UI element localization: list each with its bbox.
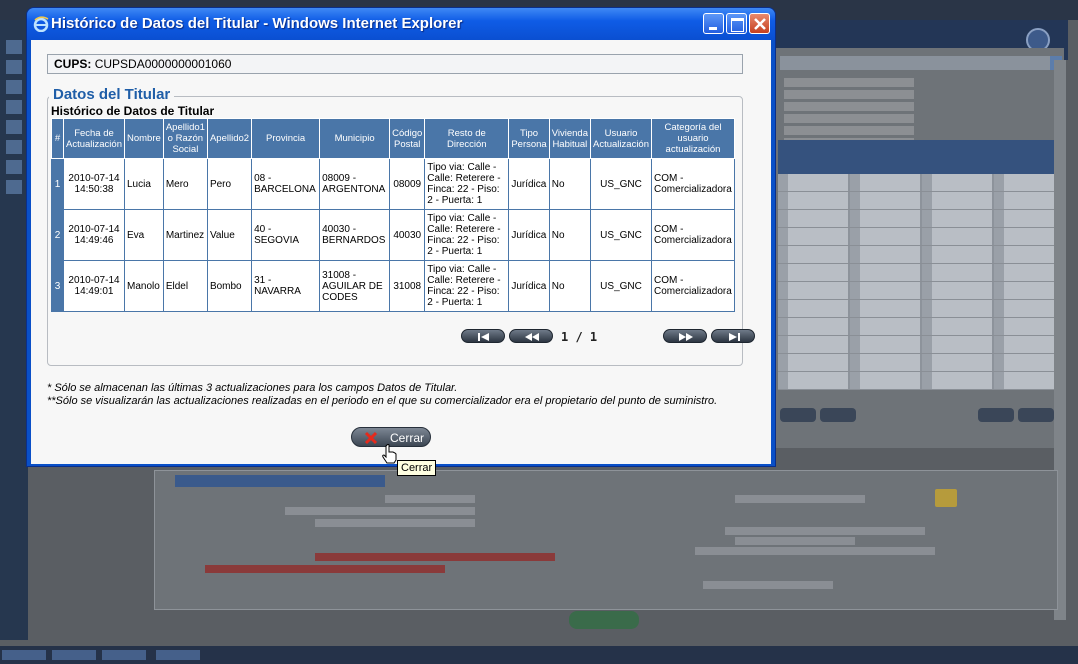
cell-usuario: US_GNC: [590, 209, 653, 261]
cell-apellido2: Bombo: [206, 260, 253, 312]
cups-label: CUPS:: [54, 57, 92, 71]
cerrar-label: Cerrar: [390, 431, 425, 445]
internet-explorer-icon: [33, 16, 49, 32]
last-page-button[interactable]: [711, 329, 755, 343]
cerrar-tooltip: Cerrar: [397, 460, 437, 476]
history-table: # Fecha de Actualización Nombre Apellido…: [51, 118, 735, 312]
cell-fecha: 2010-07-14 14:49:01: [63, 260, 125, 312]
table-row[interactable]: 2 2010-07-14 14:49:46 Eva Martinez Value…: [51, 209, 735, 261]
column-header: Código Postal: [389, 118, 426, 159]
cell-direccion: Tipo via: Calle - Calle: Reterere - Finc…: [424, 209, 510, 261]
background-folder-icon: [935, 489, 957, 507]
cell-apellido2: Pero: [206, 158, 253, 210]
cell-apellido1: Mero: [162, 158, 208, 210]
row-number: 1: [51, 158, 64, 210]
next-page-button[interactable]: [663, 329, 707, 343]
cell-direccion: Tipo via: Calle - Calle: Reterere - Finc…: [424, 260, 510, 312]
cups-value: CUPSDA0000000001060: [94, 57, 232, 71]
cell-provincia: 31 - NAVARRA: [251, 260, 321, 312]
cell-fecha: 2010-07-14 14:49:46: [63, 209, 125, 261]
first-page-button[interactable]: [461, 329, 505, 343]
table-caption: Histórico de Datos de Titular: [51, 104, 215, 118]
cell-codigo-postal: 40030: [389, 209, 426, 261]
maximize-button[interactable]: [726, 13, 747, 34]
row-number: 2: [51, 209, 64, 261]
page-indicator: 1 / 1: [561, 330, 598, 344]
window-title-bar[interactable]: Histórico de Datos del Titular - Windows…: [27, 8, 775, 40]
cell-provincia: 40 - SEGOVIA: [251, 209, 321, 261]
table-row[interactable]: 3 2010-07-14 14:49:01 Manolo Eldel Bombo…: [51, 260, 735, 312]
cell-vivienda: No: [548, 260, 592, 312]
cell-vivienda: No: [548, 209, 592, 261]
cell-vivienda: No: [548, 158, 592, 210]
cell-fecha: 2010-07-14 14:50:38: [63, 158, 125, 210]
section-legend: Datos del Titular: [49, 86, 175, 103]
cell-municipio: 08009 - ARGENTONA: [319, 158, 391, 210]
close-x-icon: [364, 431, 378, 445]
minimize-button[interactable]: [703, 13, 724, 34]
cell-tipo-persona: Jurídica: [508, 260, 550, 312]
note-text: * Sólo se almacenan las últimas 3 actual…: [47, 382, 458, 394]
background-bottom-bar: [0, 646, 1078, 664]
column-header: Apellido2: [206, 118, 253, 159]
window-content: CUPS: CUPSDA0000000001060 Datos del Titu…: [31, 40, 771, 476]
cell-municipio: 31008 - AGUILAR DE CODES: [319, 260, 391, 312]
column-header: Nombre: [124, 118, 164, 159]
column-header: #: [51, 118, 64, 159]
cups-bar: CUPS: CUPSDA0000000001060: [47, 54, 743, 74]
first-page-icon: [478, 333, 489, 341]
note-text: **Sólo se visualizarán las actualizacion…: [47, 395, 718, 407]
background-grid: [778, 140, 1060, 400]
previous-page-icon: [525, 333, 539, 341]
next-page-icon: [679, 333, 693, 341]
background-lower-panel: [154, 470, 1058, 629]
window-title: Histórico de Datos del Titular - Windows…: [51, 15, 463, 32]
last-page-icon: [729, 333, 740, 341]
cell-tipo-persona: Jurídica: [508, 209, 550, 261]
table-header-row: # Fecha de Actualización Nombre Apellido…: [51, 118, 735, 159]
cell-apellido2: Value: [206, 209, 253, 261]
previous-page-button[interactable]: [509, 329, 553, 343]
column-header: Tipo Persona: [508, 118, 550, 159]
cell-apellido1: Eldel: [162, 260, 208, 312]
cell-nombre: Lucia: [124, 158, 164, 210]
column-header: Fecha de Actualización: [63, 118, 125, 159]
cell-usuario: US_GNC: [590, 158, 653, 210]
cell-direccion: Tipo via: Calle - Calle: Reterere - Finc…: [424, 158, 510, 210]
column-header: Categoría del usuario actualización: [651, 118, 735, 159]
cell-categoria: COM - Comercializadora: [651, 209, 735, 261]
row-number: 3: [51, 260, 64, 312]
close-window-button[interactable]: [749, 13, 770, 34]
close-icon: [754, 18, 766, 30]
table-row[interactable]: 1 2010-07-14 14:50:38 Lucia Mero Pero 08…: [51, 158, 735, 210]
cell-categoria: COM - Comercializadora: [651, 158, 735, 210]
cell-usuario: US_GNC: [590, 260, 653, 312]
background-right-panel: [776, 48, 1064, 448]
cell-apellido1: Martinez: [162, 209, 208, 261]
column-header: Municipio: [319, 118, 391, 159]
cell-nombre: Manolo: [124, 260, 164, 312]
cell-categoria: COM - Comercializadora: [651, 260, 735, 312]
cell-tipo-persona: Jurídica: [508, 158, 550, 210]
column-header: Usuario Actualización: [590, 118, 653, 159]
column-header: Apellido1 o Razón Social: [162, 118, 208, 159]
background-left-menu: [0, 20, 28, 640]
cell-nombre: Eva: [124, 209, 164, 261]
column-header: Provincia: [251, 118, 321, 159]
column-header: Resto de Dirección: [424, 118, 510, 159]
cell-provincia: 08 - BARCELONA: [251, 158, 321, 210]
ie-popup-window: Histórico de Datos del Titular - Windows…: [26, 7, 776, 476]
cell-codigo-postal: 08009: [389, 158, 426, 210]
cell-municipio: 40030 - BERNARDOS: [319, 209, 391, 261]
column-header: Vivienda Habitual: [548, 118, 592, 159]
cell-codigo-postal: 31008: [389, 260, 426, 312]
